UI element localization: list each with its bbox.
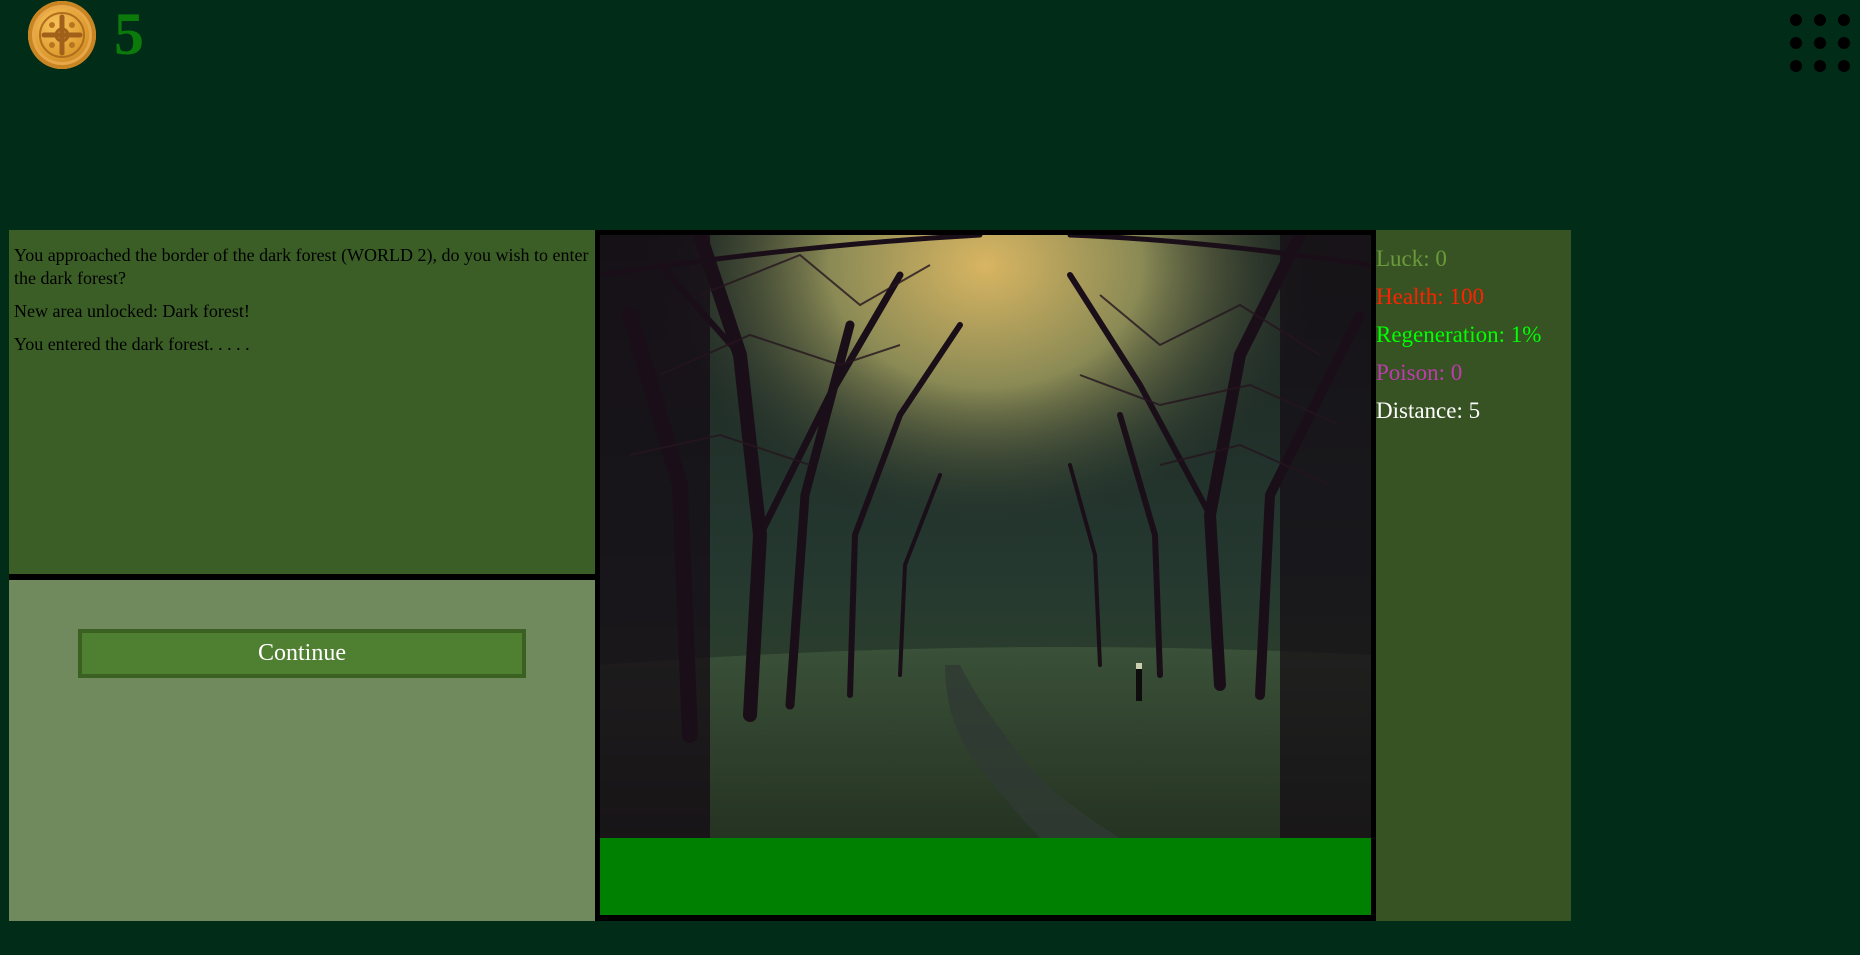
menu-dot: [1814, 14, 1826, 26]
menu-dot: [1838, 60, 1850, 72]
menu-dot: [1814, 60, 1826, 72]
luck-stat: Luck: 0: [1376, 246, 1447, 271]
travel-progress-fill: [600, 838, 1371, 915]
distance-stat: Distance: 5: [1376, 398, 1481, 423]
top-bar: 5: [0, 0, 1860, 80]
poison-stat: Poison: 0: [1376, 360, 1463, 385]
health-stat: Health: 100: [1376, 284, 1484, 309]
stats-panel: Luck: 0 Health: 100 Regeneration: 1% Poi…: [1376, 230, 1571, 921]
menu-dot: [1838, 37, 1850, 49]
log-message: New area unlocked: Dark forest!: [14, 301, 250, 321]
continue-button[interactable]: Continue: [78, 629, 526, 678]
log-message: You approached the border of the dark fo…: [14, 245, 589, 288]
travel-progress-bar: [600, 838, 1371, 915]
menu-dot: [1790, 14, 1802, 26]
message-log: You approached the border of the dark fo…: [9, 230, 595, 574]
menu-dot: [1790, 60, 1802, 72]
scene-frame: [595, 230, 1376, 921]
log-message: You entered the dark forest. . . . .: [14, 334, 250, 354]
regeneration-stat: Regeneration: 1%: [1376, 322, 1542, 347]
grid-menu-icon[interactable]: [1786, 10, 1854, 78]
gold-coin-icon: [28, 1, 96, 69]
menu-dot: [1838, 14, 1850, 26]
menu-dot: [1790, 37, 1802, 49]
action-panel: Continue: [9, 580, 595, 921]
coin-count: 5: [114, 1, 144, 67]
dark-forest-scene-image: [600, 235, 1371, 838]
menu-dot: [1814, 37, 1826, 49]
